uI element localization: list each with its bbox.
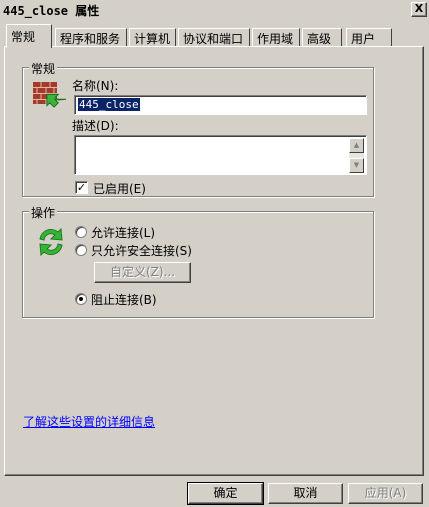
name-label: 名称(N):	[72, 79, 119, 93]
window-title: 445_close 属性	[3, 4, 100, 18]
description-scrollbar[interactable]: ▲ ▼	[349, 138, 364, 173]
tab-panel-general: 常规 名称(N): 445_close 描述(D): ▲ ▼ ✓ 已启用(E) …	[4, 46, 424, 476]
tab-scope[interactable]: 作用域	[252, 28, 300, 47]
customize-button[interactable]: 自定义(Z)...	[94, 262, 191, 283]
allow-connection-label: 允许连接(L)	[91, 226, 156, 240]
description-label: 描述(D):	[72, 119, 119, 133]
title-bar: 445_close 属性 X	[0, 0, 429, 20]
allow-secure-connection-label: 只允许安全连接(S)	[91, 244, 192, 258]
scroll-down-arrow-icon[interactable]: ▼	[349, 158, 364, 173]
cancel-button-label: 取消	[293, 486, 318, 500]
tab-label: 作用域	[257, 32, 294, 46]
enabled-label: 已启用(E)	[93, 182, 146, 196]
tab-strip: 常规 程序和服务 计算机 协议和端口 作用域 高级 用户	[4, 24, 424, 48]
tab-advanced[interactable]: 高级	[302, 28, 342, 47]
name-value: 445_close	[78, 98, 140, 111]
general-groupbox: 常规 名称(N): 445_close 描述(D): ▲ ▼ ✓ 已启用(E)	[22, 60, 374, 197]
general-group-title: 常规	[29, 60, 58, 77]
ok-button-label: 确定	[213, 486, 238, 500]
tab-label: 高级	[307, 32, 332, 46]
cancel-button[interactable]: 取消	[268, 483, 343, 504]
tab-programs-services[interactable]: 程序和服务	[55, 28, 127, 47]
customize-button-label: 自定义(Z)...	[109, 265, 176, 279]
tab-users[interactable]: 用户	[346, 28, 392, 47]
description-input[interactable]: ▲ ▼	[74, 135, 367, 175]
action-groupbox: 操作 允许连接(L) 只允许安全连接(S) 自定义(Z)... 阻止连接(B)	[22, 204, 374, 318]
enabled-checkbox[interactable]: ✓	[75, 181, 88, 194]
scroll-up-arrow-icon[interactable]: ▲	[349, 138, 364, 153]
tab-label: 用户	[351, 32, 376, 46]
ok-button[interactable]: 确定	[187, 482, 264, 505]
tab-label: 常规	[11, 30, 36, 44]
firewall-rule-icon	[32, 80, 67, 110]
green-arrows-icon	[34, 225, 68, 259]
close-icon: X	[414, 2, 424, 15]
tab-label: 协议和端口	[183, 32, 244, 46]
tab-label: 计算机	[134, 32, 171, 46]
allow-secure-connection-radio[interactable]	[75, 244, 87, 256]
tab-label: 程序和服务	[60, 32, 121, 46]
action-group-title: 操作	[29, 204, 58, 221]
close-button[interactable]: X	[411, 2, 427, 17]
tab-protocols-ports[interactable]: 协议和端口	[178, 28, 250, 47]
learn-more-link[interactable]: 了解这些设置的详细信息	[23, 413, 155, 430]
tab-general[interactable]: 常规	[6, 24, 52, 48]
block-connection-radio[interactable]	[75, 293, 87, 305]
allow-connection-radio[interactable]	[75, 226, 87, 238]
apply-button[interactable]: 应用(A)	[348, 483, 423, 504]
apply-button-label: 应用(A)	[364, 486, 407, 500]
name-input[interactable]: 445_close	[74, 95, 367, 115]
tab-computers[interactable]: 计算机	[129, 28, 176, 47]
block-connection-label: 阻止连接(B)	[91, 293, 157, 307]
